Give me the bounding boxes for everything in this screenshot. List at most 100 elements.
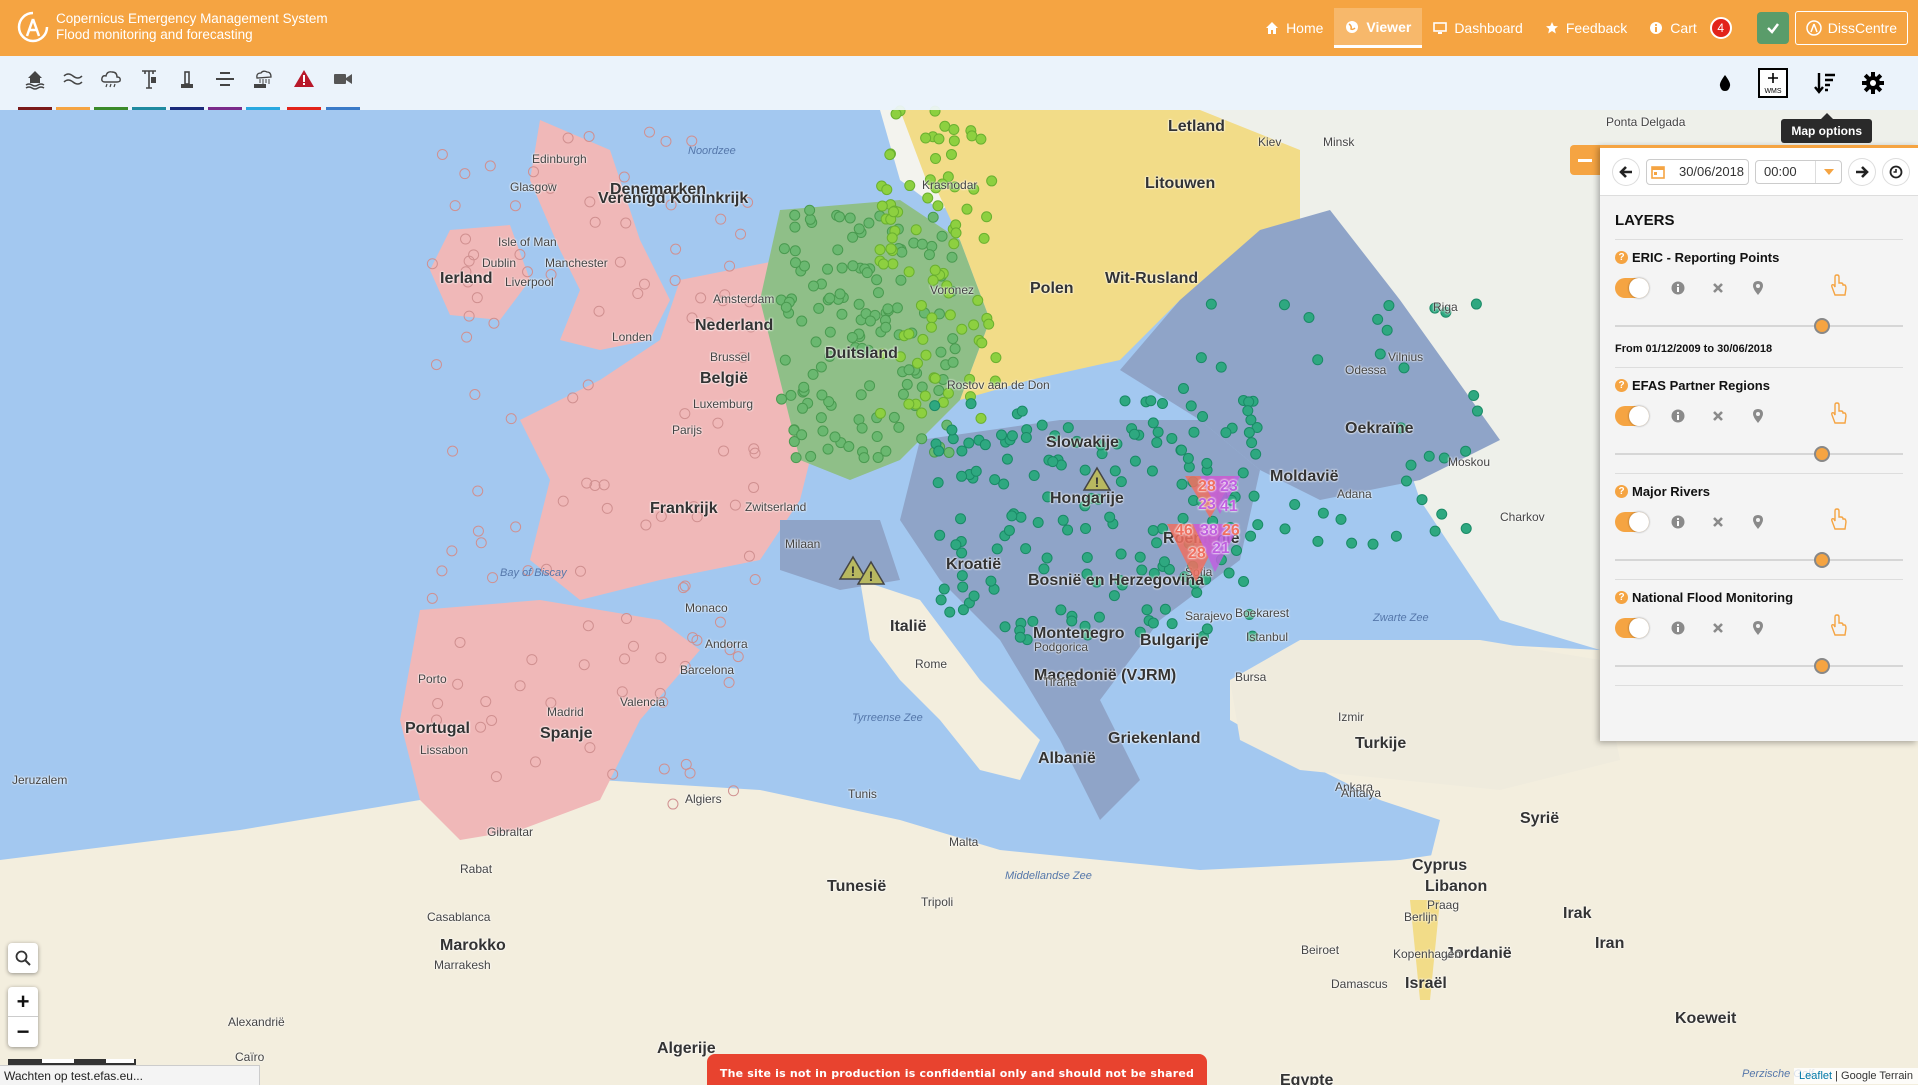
reporting-point[interactable] (1289, 498, 1301, 510)
reporting-point[interactable] (946, 424, 958, 436)
zoom-in-button[interactable]: + (8, 987, 38, 1017)
reporting-point[interactable] (426, 592, 438, 604)
reporting-point[interactable] (990, 352, 1002, 364)
reporting-point[interactable] (1470, 298, 1482, 310)
reporting-point[interactable] (923, 249, 935, 261)
reporting-point[interactable] (895, 274, 907, 286)
reporting-point[interactable] (797, 402, 809, 414)
reporting-point[interactable] (1041, 552, 1053, 564)
reporting-point[interactable] (983, 318, 995, 330)
cluster-marker[interactable]: 38 (1200, 522, 1218, 540)
reporting-point[interactable] (887, 258, 899, 270)
reporting-point[interactable] (910, 224, 922, 236)
reporting-point[interactable] (957, 604, 969, 616)
reporting-point[interactable] (1250, 448, 1262, 460)
reporting-point[interactable] (660, 135, 672, 147)
tool-waves[interactable] (56, 62, 90, 110)
reporting-point[interactable] (834, 211, 846, 223)
layer-info-button[interactable] (1667, 515, 1689, 529)
reporting-point[interactable] (861, 267, 873, 279)
tool-rain[interactable] (94, 62, 128, 110)
reporting-point[interactable] (509, 200, 521, 212)
reporting-point[interactable] (436, 565, 448, 577)
reporting-point[interactable] (1093, 611, 1105, 623)
layer-remove-button[interactable] (1707, 410, 1729, 422)
reporting-point[interactable] (824, 292, 836, 304)
reporting-point[interactable] (944, 606, 956, 618)
reporting-point[interactable] (882, 303, 894, 315)
reporting-point[interactable] (1303, 311, 1315, 323)
reporting-point[interactable] (885, 243, 897, 255)
layer-visibility-toggle[interactable] (1615, 618, 1649, 638)
map-search-button[interactable] (8, 943, 38, 973)
reporting-point[interactable] (930, 153, 942, 165)
reporting-point[interactable] (815, 412, 827, 424)
reporting-point[interactable] (920, 349, 932, 361)
reporting-point[interactable] (976, 337, 988, 349)
reporting-point[interactable] (1205, 298, 1217, 310)
warning-marker[interactable]: ! (856, 560, 886, 586)
reporting-point[interactable] (948, 238, 960, 250)
layer-opacity-slider[interactable] (1615, 545, 1903, 575)
settings-button[interactable] (1856, 66, 1890, 100)
reporting-point[interactable] (1129, 455, 1141, 467)
reporting-point[interactable] (1374, 348, 1386, 360)
reporting-point[interactable] (810, 336, 822, 348)
reporting-point[interactable] (970, 465, 982, 477)
reporting-point[interactable] (922, 192, 934, 204)
previous-date-button[interactable] (1612, 157, 1640, 186)
reporting-point[interactable] (822, 263, 834, 275)
reporting-point[interactable] (790, 452, 802, 464)
reporting-point[interactable] (804, 204, 816, 216)
reporting-point[interactable] (888, 206, 900, 218)
reporting-point[interactable] (505, 413, 517, 425)
reporting-point[interactable] (950, 227, 962, 239)
reporting-point[interactable] (948, 124, 960, 136)
reporting-point[interactable] (430, 359, 442, 371)
reporting-point[interactable] (947, 356, 959, 368)
layer-visibility-toggle[interactable] (1615, 278, 1649, 298)
reporting-point[interactable] (1028, 470, 1040, 482)
reporting-point[interactable] (1080, 523, 1092, 535)
reporting-point[interactable] (1055, 604, 1067, 616)
reporting-point[interactable] (1177, 382, 1189, 394)
reporting-point[interactable] (808, 280, 820, 292)
reporting-point[interactable] (1398, 362, 1410, 374)
tool-video[interactable] (326, 62, 360, 110)
reporting-point[interactable] (929, 400, 941, 412)
reporting-point[interactable] (927, 211, 939, 223)
reporting-point[interactable] (903, 266, 915, 278)
help-icon[interactable]: ? (1615, 251, 1628, 264)
reporting-point[interactable] (961, 203, 973, 215)
reporting-point[interactable] (669, 274, 681, 286)
reporting-point[interactable] (1197, 410, 1209, 422)
reporting-point[interactable] (469, 389, 481, 401)
reporting-point[interactable] (897, 388, 909, 400)
reporting-point[interactable] (1468, 389, 1480, 401)
disscentre-button[interactable]: DissCentre (1794, 11, 1908, 45)
reporting-point[interactable] (798, 381, 810, 393)
reporting-point[interactable] (1057, 514, 1069, 526)
layer-remove-button[interactable] (1707, 622, 1729, 634)
reporting-point[interactable] (790, 257, 802, 269)
layer-visibility-toggle[interactable] (1615, 512, 1649, 532)
reporting-point[interactable] (891, 302, 903, 314)
reporting-point[interactable] (1014, 631, 1026, 643)
reporting-point[interactable] (955, 513, 967, 525)
reporting-point[interactable] (1182, 452, 1194, 464)
brand[interactable]: Copernicus Emergency Management System F… (16, 10, 328, 44)
reporting-point[interactable] (749, 574, 761, 586)
slider-handle[interactable] (1814, 446, 1831, 462)
reporting-point[interactable] (989, 474, 1001, 486)
reporting-point[interactable] (1141, 604, 1153, 616)
cluster-marker[interactable]: 23 (1220, 478, 1238, 496)
cluster-marker[interactable]: 21 (1212, 540, 1230, 558)
layer-info-button[interactable] (1667, 409, 1689, 423)
clock-button[interactable] (1882, 157, 1911, 186)
reporting-point[interactable] (1381, 324, 1393, 336)
reporting-point[interactable] (972, 294, 984, 306)
cluster-marker[interactable]: 28 (1198, 478, 1216, 496)
layer-interact-button[interactable] (1828, 507, 1848, 536)
reporting-point[interactable] (916, 238, 928, 250)
reporting-point[interactable] (1081, 551, 1093, 563)
